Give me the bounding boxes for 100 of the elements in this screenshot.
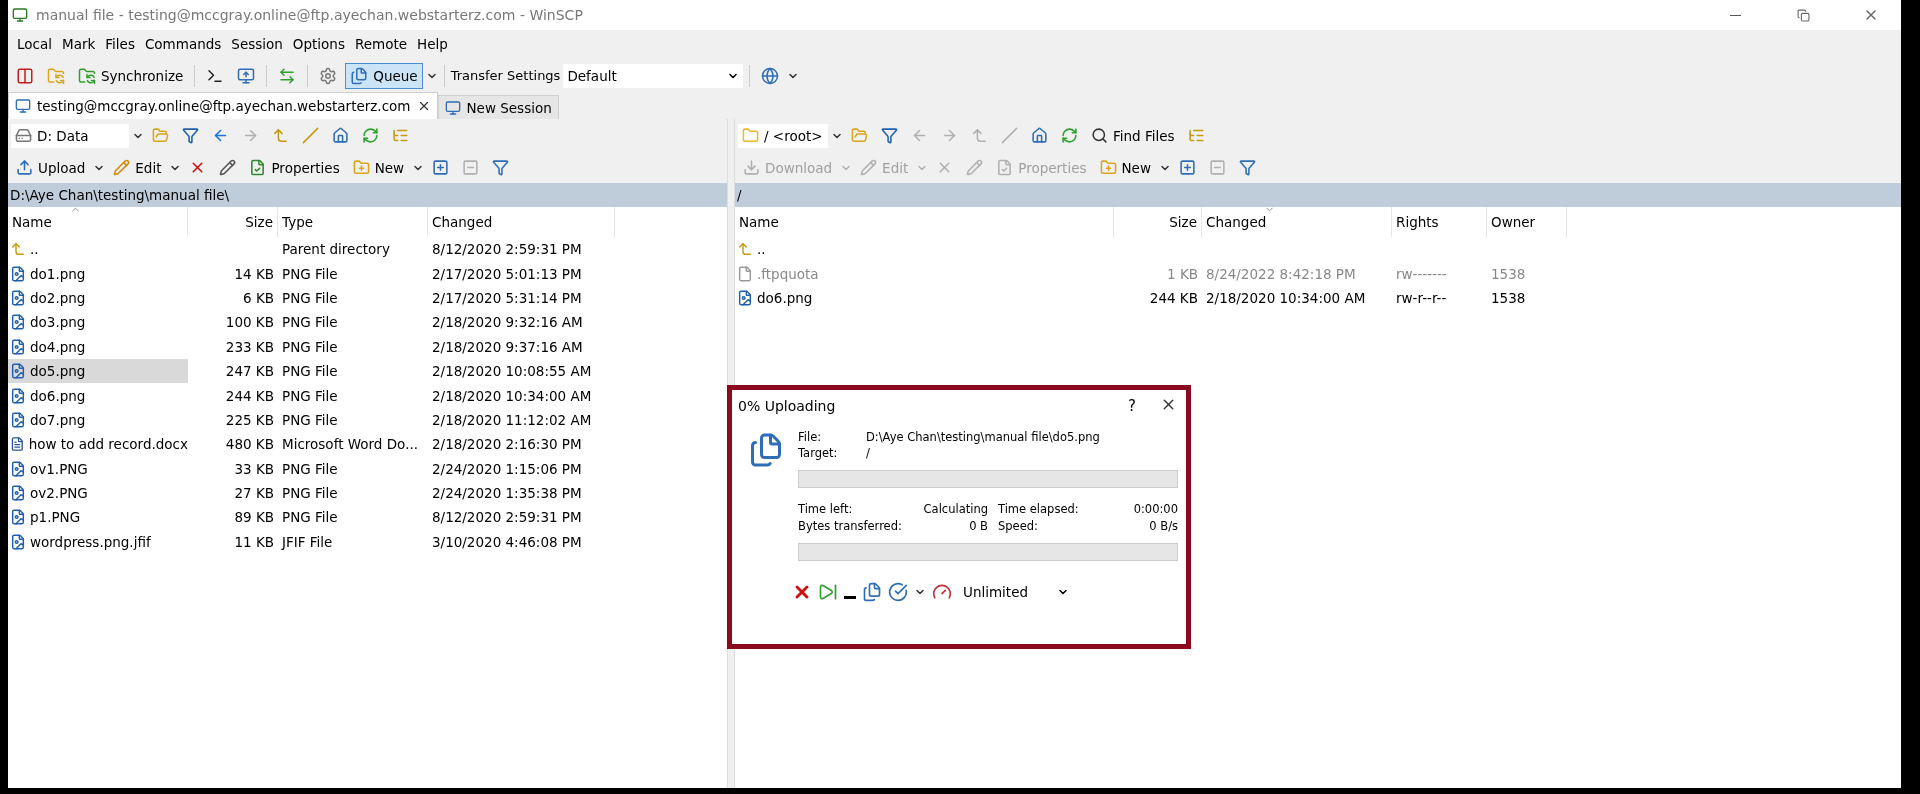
table-cell-text: 8/12/2020 2:59:31 PM bbox=[431, 241, 583, 258]
table-cell-text: PNG File bbox=[281, 411, 339, 428]
refresh-icon bbox=[1061, 127, 1078, 144]
table-cell-text: Microsoft Word Do... bbox=[281, 436, 419, 453]
minimize-icon[interactable] bbox=[844, 595, 856, 599]
column-header[interactable]: Name bbox=[8, 207, 188, 237]
minimize-icon bbox=[1729, 14, 1741, 16]
column-header[interactable]: Rights bbox=[1392, 207, 1487, 237]
table-cell-text: JFIF File bbox=[280, 533, 334, 550]
file-name[interactable]: do5.png bbox=[8, 359, 188, 384]
file-name[interactable]: do4.png bbox=[8, 334, 188, 359]
window-title: manual file - testing@mccgray.online@ftp.ayechan.webstarterz.com - WinSCP bbox=[36, 7, 584, 23]
forward-arrow-icon bbox=[941, 127, 958, 144]
column-header[interactable]: Size bbox=[1114, 207, 1202, 237]
table-cell-text: Parent directory bbox=[281, 241, 391, 258]
menu-item[interactable]: Help bbox=[412, 33, 453, 55]
target-label: Target: bbox=[798, 446, 839, 460]
file-name[interactable]: .ftpquota bbox=[735, 261, 1114, 286]
file-name[interactable]: how to add record.docx bbox=[8, 432, 188, 457]
properties-button[interactable]: Properties bbox=[244, 154, 345, 181]
new-button[interactable]: New bbox=[1094, 154, 1156, 181]
synchronize-button[interactable]: Synchronize bbox=[73, 62, 189, 89]
table-cell-text: 2/18/2020 10:34:00 AM bbox=[431, 387, 593, 404]
file-name[interactable]: .. bbox=[8, 237, 188, 262]
edit-button[interactable]: Edit bbox=[108, 154, 167, 181]
column-header[interactable]: Changed bbox=[1202, 207, 1392, 237]
folder-icon bbox=[742, 127, 759, 144]
file-name[interactable]: ov2.PNG bbox=[8, 481, 188, 506]
table-cell-text: 247 KB bbox=[224, 363, 275, 380]
image-file-icon bbox=[10, 338, 26, 355]
column-header[interactable]: Owner bbox=[1487, 207, 1567, 237]
file-name[interactable]: do2.png bbox=[8, 285, 188, 310]
path-bar: D:\Aye Chan\testing\manual file\ bbox=[8, 183, 727, 207]
stat-value: 0 B/s bbox=[1148, 519, 1178, 533]
help-button[interactable]: ? bbox=[1114, 396, 1150, 416]
file-name[interactable]: .. bbox=[735, 237, 1114, 262]
session-tab[interactable]: New Session bbox=[437, 95, 559, 119]
word-file-icon bbox=[10, 436, 25, 453]
table-cell-text: 225 KB bbox=[224, 411, 275, 428]
table-cell-text: 8/24/2022 8:42:18 PM bbox=[1205, 265, 1357, 282]
location-dropdown[interactable]: / <root> bbox=[738, 123, 828, 148]
file-path: D:\Aye Chan\testing\manual file\do5.png bbox=[866, 430, 1101, 444]
table-cell-text: 1 KB bbox=[1166, 265, 1199, 282]
transfer-settings-label: Transfer Settings bbox=[450, 68, 561, 83]
table-cell-text: PNG File bbox=[281, 289, 339, 306]
menu-item[interactable]: Options bbox=[287, 33, 350, 55]
check-icon[interactable] bbox=[888, 582, 908, 602]
table-cell-text: 14 KB bbox=[233, 265, 275, 282]
table-cell-text: 244 KB bbox=[1148, 289, 1199, 306]
file-name[interactable]: ov1.PNG bbox=[8, 456, 188, 481]
table-cell-text: 233 KB bbox=[224, 338, 275, 355]
file-name[interactable]: do6.png bbox=[8, 383, 188, 408]
location-dropdown[interactable]: D: Data bbox=[11, 123, 129, 148]
image-file-icon bbox=[10, 533, 26, 550]
new-folder-icon bbox=[1099, 159, 1117, 176]
table-cell-text: 6 KB bbox=[242, 289, 275, 306]
upload-button[interactable]: Upload bbox=[11, 154, 91, 181]
column-header[interactable]: Name bbox=[735, 207, 1114, 237]
properties-icon bbox=[249, 159, 267, 176]
session-tab[interactable]: testing@mccgray.online@ftp.ayechan.webstarterz.com bbox=[8, 92, 438, 119]
filter-icon bbox=[182, 127, 199, 144]
folder-open-icon bbox=[851, 127, 868, 144]
new-button[interactable]: New bbox=[347, 154, 410, 181]
table-cell-text: 2/18/2020 10:08:55 AM bbox=[431, 363, 593, 380]
find-files-button[interactable]: Find Files bbox=[1086, 122, 1180, 149]
column-header[interactable]: Type bbox=[278, 207, 428, 237]
column-header[interactable]: Changed bbox=[428, 207, 615, 237]
parent-folder-icon bbox=[971, 127, 988, 144]
image-file-icon bbox=[10, 314, 26, 331]
image-file-icon bbox=[10, 460, 26, 477]
plus-icon bbox=[432, 159, 450, 176]
menu-item[interactable]: Mark bbox=[57, 33, 101, 55]
folder-sync-icon bbox=[47, 66, 65, 85]
file-name[interactable]: wordpress.png.jfif bbox=[8, 529, 188, 554]
file-name[interactable]: p1.PNG bbox=[8, 505, 188, 530]
queue-button[interactable]: Queue bbox=[345, 62, 423, 89]
rename-icon bbox=[219, 159, 237, 176]
root-folder-icon bbox=[302, 127, 319, 144]
transfer-settings-dropdown[interactable]: Default bbox=[563, 63, 744, 88]
menu-item[interactable]: Session bbox=[226, 33, 288, 55]
menu-item[interactable]: Local bbox=[12, 33, 57, 55]
table-cell-text: 1538 bbox=[1490, 265, 1527, 282]
target-path: / bbox=[866, 446, 871, 460]
image-file-icon bbox=[10, 509, 26, 526]
column-header[interactable]: Size bbox=[188, 207, 278, 237]
table-cell-text: 2/18/2020 9:37:16 AM bbox=[431, 338, 584, 355]
pencil-icon bbox=[860, 159, 878, 176]
file-name[interactable]: do6.png bbox=[735, 285, 1114, 310]
menu-item[interactable]: Commands bbox=[139, 33, 227, 55]
file-name[interactable]: do7.png bbox=[8, 407, 188, 432]
skip-icon[interactable] bbox=[818, 582, 838, 602]
speed-limit-dropdown[interactable]: Unlimited bbox=[958, 579, 1074, 605]
table-cell-text: PNG File bbox=[281, 460, 339, 477]
file-name[interactable]: do1.png bbox=[8, 261, 188, 286]
menu-item[interactable]: Files bbox=[100, 33, 140, 55]
menu-item[interactable]: Remote bbox=[349, 33, 413, 55]
file-name[interactable]: do3.png bbox=[8, 310, 188, 335]
root-folder-icon bbox=[1001, 127, 1018, 144]
queue-icon[interactable] bbox=[862, 582, 882, 602]
gauge-icon bbox=[932, 582, 952, 602]
